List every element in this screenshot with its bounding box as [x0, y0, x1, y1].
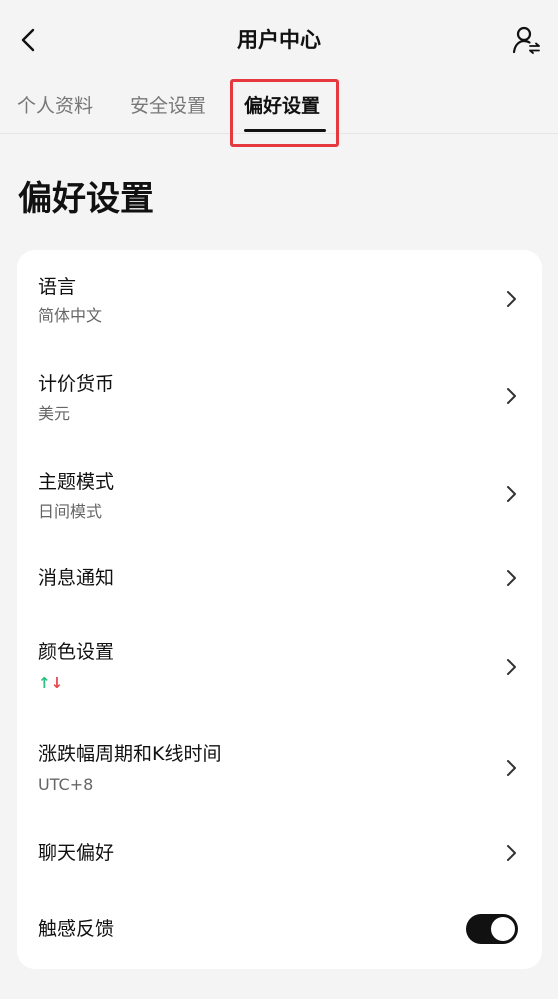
- setting-label: 计价货币: [38, 373, 115, 395]
- setting-label: 触感反馈: [38, 918, 115, 940]
- section-title: 偏好设置: [18, 179, 154, 219]
- tab-bar: 个人资料 安全设置 偏好设置: [0, 78, 558, 134]
- settings-card: 语言 简体中文 计价货币 美元 主题模式 日间模式 消息通知 颜色设置 ↑↓ 涨…: [17, 250, 542, 969]
- setting-label: 涨跌幅周期和K线时间: [38, 743, 222, 765]
- chevron-right-icon: [507, 845, 516, 861]
- setting-row-theme[interactable]: 主题模式 日间模式: [17, 444, 542, 540]
- chevron-right-icon: [507, 570, 516, 586]
- toggle-knob: [491, 917, 515, 941]
- active-tab-indicator: [244, 129, 326, 132]
- setting-row-kline-time[interactable]: 涨跌幅周期和K线时间 UTC+8: [17, 716, 542, 820]
- setting-row-language[interactable]: 语言 简体中文: [17, 250, 542, 346]
- chevron-right-icon: [507, 659, 516, 675]
- setting-value: 日间模式: [38, 502, 103, 521]
- tab-security-settings[interactable]: 安全设置: [130, 92, 206, 120]
- chevron-right-icon: [507, 486, 516, 502]
- tab-personal-info[interactable]: 个人资料: [17, 92, 93, 120]
- setting-label: 消息通知: [38, 567, 115, 589]
- user-switch-button[interactable]: [510, 22, 544, 58]
- chevron-right-icon: [507, 388, 516, 404]
- setting-row-currency[interactable]: 计价货币 美元: [17, 346, 542, 444]
- chevron-left-icon: [21, 28, 35, 52]
- setting-value: 美元: [38, 404, 71, 423]
- color-arrows: ↑↓: [38, 673, 63, 693]
- setting-label: 主题模式: [38, 471, 115, 493]
- back-button[interactable]: [12, 22, 44, 58]
- chevron-right-icon: [507, 760, 516, 776]
- setting-label: 语言: [38, 276, 77, 298]
- page-title: 用户中心: [237, 28, 321, 52]
- setting-value: UTC+8: [38, 775, 94, 794]
- setting-row-color[interactable]: 颜色设置 ↑↓: [17, 616, 542, 716]
- arrow-up-icon: ↑: [38, 674, 51, 692]
- arrow-down-icon: ↓: [50, 674, 64, 692]
- haptics-toggle[interactable]: [466, 914, 518, 944]
- setting-value: 简体中文: [38, 306, 103, 325]
- user-switch-icon: [512, 26, 540, 54]
- setting-label: 聊天偏好: [38, 842, 115, 864]
- setting-row-haptics: 触感反馈: [17, 888, 542, 968]
- top-bar: 用户中心: [0, 0, 558, 78]
- tab-preferences[interactable]: 偏好设置: [244, 92, 320, 120]
- chevron-right-icon: [507, 291, 516, 307]
- setting-label: 颜色设置: [38, 641, 115, 663]
- setting-row-notifications[interactable]: 消息通知: [17, 540, 542, 616]
- setting-row-chat[interactable]: 聊天偏好: [17, 820, 542, 888]
